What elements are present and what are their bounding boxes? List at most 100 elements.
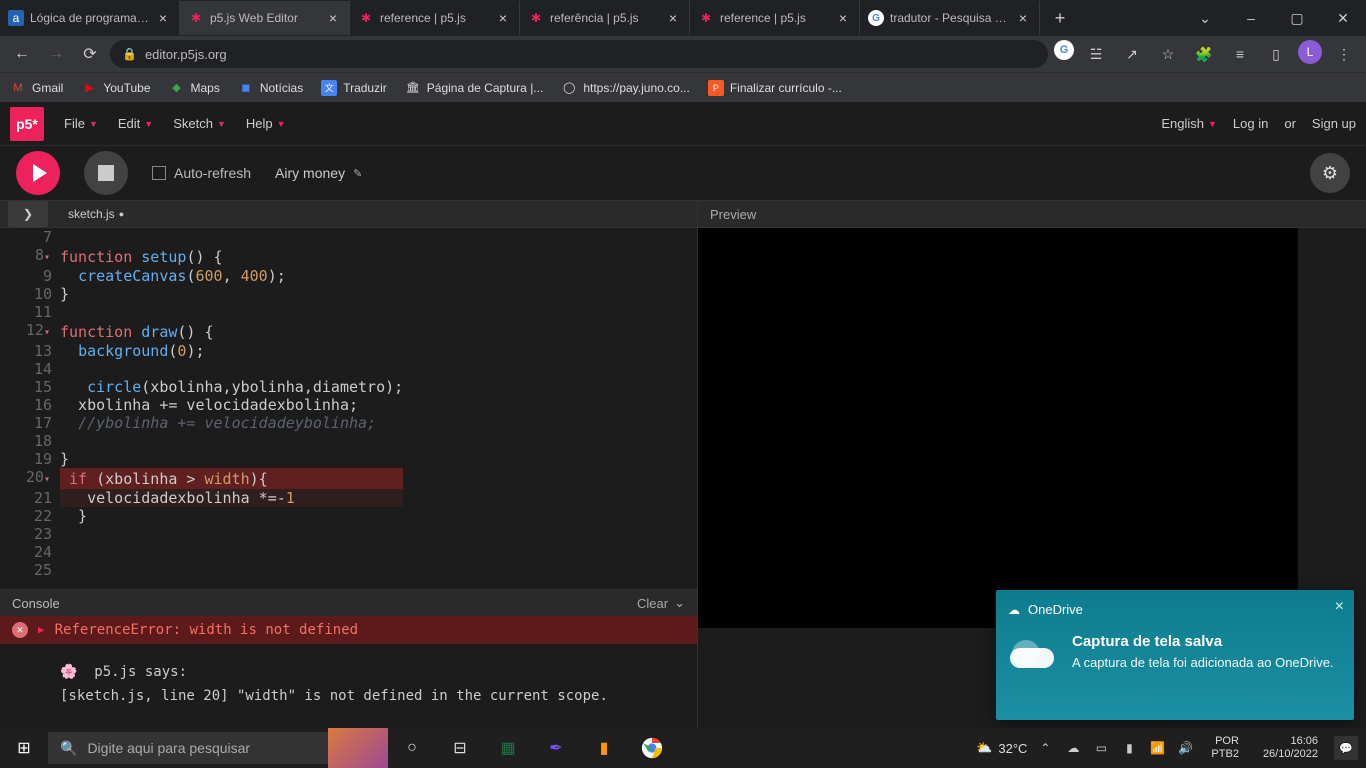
volume-icon[interactable]: 🔊 xyxy=(1175,738,1195,758)
new-tab-button[interactable]: + xyxy=(1046,4,1074,32)
share-icon[interactable]: ↗ xyxy=(1118,40,1146,68)
tray-chevron-icon[interactable]: ⌃ xyxy=(1035,738,1055,758)
task-widgets-icon[interactable]: ⊟ xyxy=(436,728,484,768)
clear-console-button[interactable]: Clear ⌄ xyxy=(637,595,685,611)
task-view-icon[interactable]: ○ xyxy=(388,728,436,768)
pencil-icon[interactable]: ✎ xyxy=(353,167,362,180)
menu-help[interactable]: Help▼ xyxy=(246,116,286,131)
close-icon[interactable]: × xyxy=(665,10,681,26)
window-controls: ⌄ – ▢ ✕ xyxy=(1182,0,1366,36)
wifi-icon[interactable]: 📶 xyxy=(1147,738,1167,758)
file-tab-sketch[interactable]: sketch.js ● xyxy=(56,207,136,221)
search-highlight-art[interactable] xyxy=(328,728,388,768)
code-editor[interactable]: 7 8▾function setup() { 9 createCanvas(60… xyxy=(0,228,697,589)
battery-icon[interactable]: ▮ xyxy=(1119,738,1139,758)
close-icon[interactable]: × xyxy=(155,10,171,26)
bookmark-captura[interactable]: 🏛Página de Captura |... xyxy=(405,80,544,96)
close-icon[interactable]: × xyxy=(1015,10,1031,26)
close-icon[interactable]: × xyxy=(495,10,511,26)
p5-menubar: p5* File▼ Edit▼ Sketch▼ Help▼ English▼ L… xyxy=(0,102,1366,146)
app-icon[interactable]: ▮ xyxy=(580,728,628,768)
meet-now-icon[interactable]: ▭ xyxy=(1091,738,1111,758)
bookmark-youtube[interactable]: ▶YouTube xyxy=(81,80,150,96)
play-button[interactable] xyxy=(16,151,60,195)
stop-button[interactable] xyxy=(84,151,128,195)
chrome-icon[interactable] xyxy=(628,728,676,768)
bookmark-gmail[interactable]: MGmail xyxy=(10,80,63,96)
weather-widget[interactable]: ⛅ 32°C xyxy=(976,740,1027,756)
menu-file[interactable]: File▼ xyxy=(64,116,98,131)
close-icon[interactable]: × xyxy=(325,10,341,26)
system-tray: ⛅ 32°C ⌃ ☁ ▭ ▮ 📶 🔊 POR PTB2 16:06 26/10/… xyxy=(968,735,1366,761)
windows-taskbar: ⊞ 🔍 Digite aqui para pesquisar ○ ⊟ ▦ ✒ ▮… xyxy=(0,728,1366,768)
close-icon[interactable]: × xyxy=(835,10,851,26)
bookmark-maps[interactable]: ◆Maps xyxy=(169,80,220,96)
onedrive-tray-icon[interactable]: ☁ xyxy=(1063,738,1083,758)
profile-avatar[interactable]: L xyxy=(1298,40,1322,64)
excel-icon[interactable]: ▦ xyxy=(484,728,532,768)
feather-icon[interactable]: ✒ xyxy=(532,728,580,768)
toast-title: Captura de tela salva xyxy=(1072,633,1334,650)
reading-list-icon[interactable]: ≡ xyxy=(1226,40,1254,68)
favicon: ✱ xyxy=(528,10,544,26)
extensions-icon[interactable]: 🧩 xyxy=(1190,40,1218,68)
bookmark-juno[interactable]: ◯https://pay.juno.co... xyxy=(561,80,690,96)
sketch-name[interactable]: Airy money ✎ xyxy=(275,165,362,181)
chevron-down-icon[interactable]: ⌄ xyxy=(1182,0,1228,36)
clock[interactable]: 16:06 26/10/2022 xyxy=(1255,735,1326,761)
settings-button[interactable]: ⚙ xyxy=(1310,153,1350,193)
back-button[interactable]: ← xyxy=(8,40,36,68)
onedrive-notification[interactable]: ☁ OneDrive × Captura de tela salva A cap… xyxy=(996,590,1354,720)
expand-icon[interactable]: ▶ xyxy=(38,620,45,640)
menu-sketch[interactable]: Sketch▼ xyxy=(173,116,226,131)
login-link[interactable]: Log in xyxy=(1233,116,1268,131)
addrbar-actions: G ☱ ↗ ☆ 🧩 ≡ ▯ L ⋮ xyxy=(1054,40,1358,68)
file-tabs: ❯ sketch.js ● xyxy=(0,200,697,228)
bookmarks-bar: MGmail ▶YouTube ◆Maps ◼Notícias 文Traduzi… xyxy=(0,72,1366,102)
bookmark-curriculo[interactable]: PFinalizar currículo -... xyxy=(708,80,842,96)
translate-icon[interactable]: ☱ xyxy=(1082,40,1110,68)
auto-refresh-toggle[interactable]: Auto-refresh xyxy=(152,165,251,181)
flower-icon: 🌸 xyxy=(60,664,77,680)
bookmark-noticias[interactable]: ◼Notícias xyxy=(238,80,303,96)
tab-logica[interactable]: a Lógica de programaçã × xyxy=(0,1,180,35)
start-button[interactable]: ⊞ xyxy=(0,728,48,768)
error-text: ReferenceError: width is not defined xyxy=(55,620,358,640)
checkbox-icon[interactable] xyxy=(152,166,166,180)
reload-button[interactable]: ⟳ xyxy=(76,40,104,68)
tab-referencia[interactable]: ✱ referência | p5.js × xyxy=(520,1,690,35)
bookmark-star-icon[interactable]: ☆ xyxy=(1154,40,1182,68)
lock-icon: 🔒 xyxy=(122,47,137,61)
browser-titlebar: a Lógica de programaçã × ✱ p5.js Web Edi… xyxy=(0,0,1366,36)
language-indicator[interactable]: POR PTB2 xyxy=(1203,735,1247,761)
language-selector[interactable]: English▼ xyxy=(1161,116,1217,131)
close-window-button[interactable]: ✕ xyxy=(1320,0,1366,36)
notifications-button[interactable]: 💬 xyxy=(1334,736,1358,760)
signup-link[interactable]: Sign up xyxy=(1312,116,1356,131)
console-header[interactable]: Console Clear ⌄ xyxy=(0,590,697,616)
forward-button[interactable]: → xyxy=(42,40,70,68)
p5-logo[interactable]: p5* xyxy=(10,107,44,141)
sidebar-toggle[interactable]: ❯ xyxy=(8,201,48,227)
toast-close-button[interactable]: × xyxy=(1335,598,1344,616)
or-label: or xyxy=(1284,116,1296,131)
tab-reference-2[interactable]: ✱ reference | p5.js × xyxy=(690,1,860,35)
tab-title: reference | p5.js xyxy=(720,11,829,25)
tab-tradutor[interactable]: G tradutor - Pesquisa Go × xyxy=(860,1,1040,35)
minimize-button[interactable]: – xyxy=(1228,0,1274,36)
tab-reference-1[interactable]: ✱ reference | p5.js × xyxy=(350,1,520,35)
side-panel-icon[interactable]: ▯ xyxy=(1262,40,1290,68)
maximize-button[interactable]: ▢ xyxy=(1274,0,1320,36)
toast-body: A captura de tela foi adicionada ao OneD… xyxy=(1072,654,1334,671)
tab-p5-editor[interactable]: ✱ p5.js Web Editor × xyxy=(180,1,350,35)
console-output[interactable]: ✕ ▶ ReferenceError: width is not defined… xyxy=(0,616,697,728)
url-input[interactable]: 🔒 editor.p5js.org xyxy=(110,40,1048,68)
google-icon[interactable]: G xyxy=(1054,40,1074,60)
bookmark-traduzir[interactable]: 文Traduzir xyxy=(321,80,387,96)
menu-edit[interactable]: Edit▼ xyxy=(118,116,153,131)
task-icons: ○ ⊟ ▦ ✒ ▮ xyxy=(388,728,676,768)
kebab-menu-icon[interactable]: ⋮ xyxy=(1330,40,1358,68)
tab-title: p5.js Web Editor xyxy=(210,11,319,25)
browser-addressbar: ← → ⟳ 🔒 editor.p5js.org G ☱ ↗ ☆ 🧩 ≡ ▯ L … xyxy=(0,36,1366,72)
windows-search-input[interactable]: 🔍 Digite aqui para pesquisar xyxy=(48,732,328,764)
